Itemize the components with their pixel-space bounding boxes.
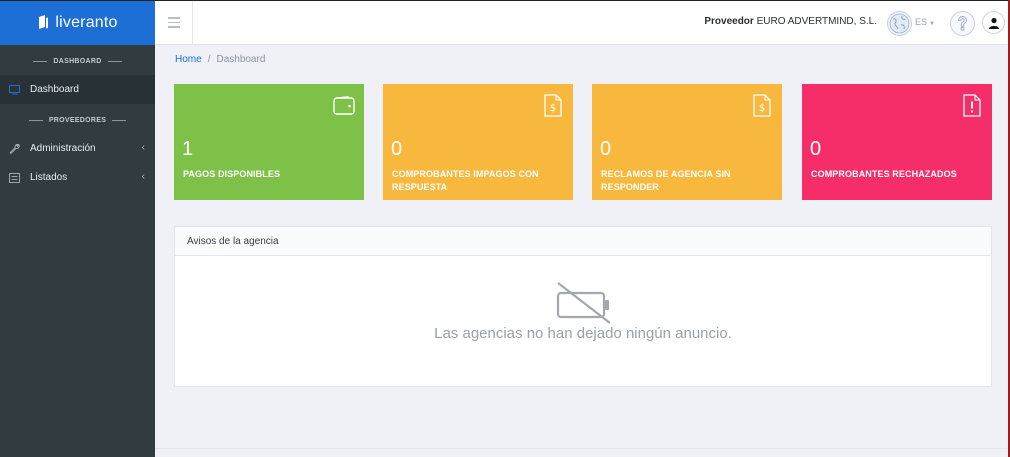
sidebar-item-dashboard[interactable]: Dashboard bbox=[0, 75, 155, 104]
battery-slash-icon bbox=[556, 282, 611, 324]
sidebar-item-label: Administración bbox=[30, 143, 96, 154]
card-comprobantes-rechazados[interactable]: 0 COMPROBANTES RECHAZADOS bbox=[802, 84, 992, 200]
supplier-name: EURO ADVERTMIND, S.L. bbox=[756, 16, 877, 27]
help-icon bbox=[958, 16, 967, 31]
footer-divider bbox=[155, 448, 1008, 449]
invoice-dollar-icon: $ bbox=[542, 93, 564, 117]
invoice-dollar-icon: $ bbox=[751, 93, 773, 117]
window-top-border bbox=[0, 0, 1010, 1]
empty-state-message: Las agencias no han dejado ningún anunci… bbox=[434, 325, 732, 342]
wallet-icon bbox=[333, 93, 355, 117]
card-value: 0 bbox=[600, 138, 612, 160]
help-button[interactable] bbox=[950, 11, 975, 36]
svg-text:$: $ bbox=[550, 103, 556, 114]
card-value: 1 bbox=[182, 138, 194, 160]
brand-logo[interactable]: liveranto bbox=[0, 0, 155, 45]
logo-icon bbox=[39, 14, 49, 29]
user-icon bbox=[988, 17, 999, 29]
wrench-icon bbox=[8, 142, 21, 155]
card-pagos-disponibles[interactable]: 1 PAGOS DISPONIBLES bbox=[174, 84, 364, 200]
supplier-info: Proveedor EURO ADVERTMIND, S.L. bbox=[704, 16, 877, 27]
user-avatar-button[interactable] bbox=[982, 11, 1005, 34]
sidebar-item-administracion[interactable]: Administración ‹ bbox=[0, 134, 155, 163]
chevron-left-icon: ‹ bbox=[141, 142, 145, 153]
monitor-icon bbox=[8, 83, 21, 96]
svg-text:$: $ bbox=[759, 103, 765, 114]
panel-header: Avisos de la agencia bbox=[175, 227, 991, 256]
card-value: 0 bbox=[810, 138, 822, 160]
breadcrumb-current: Dashboard bbox=[216, 54, 266, 65]
chevron-left-icon: ‹ bbox=[141, 171, 145, 182]
sidebar-item-listados[interactable]: Listados ‹ bbox=[0, 163, 155, 192]
sidebar-section-title: PROVEEDORES bbox=[48, 116, 107, 124]
panel-title: Avisos de la agencia bbox=[187, 235, 279, 247]
brand-name: liveranto bbox=[55, 13, 118, 31]
card-comprobantes-impagos[interactable]: $ 0 COMPROBANTES IMPAGOS CON RESPUESTA bbox=[383, 84, 573, 200]
top-header: Proveedor EURO ADVERTMIND, S.L. ES ▼ bbox=[155, 0, 1008, 45]
card-label: COMPROBANTES IMPAGOS CON RESPUESTA bbox=[392, 169, 539, 192]
caret-down-icon: ▼ bbox=[929, 21, 935, 27]
breadcrumb-home-link[interactable]: Home bbox=[175, 54, 202, 65]
sidebar: liveranto DASHBOARD Dashboard PROVEEDORE… bbox=[0, 0, 155, 457]
supplier-label: Proveedor bbox=[704, 16, 754, 27]
menu-toggle-button[interactable] bbox=[155, 0, 193, 45]
card-value: 0 bbox=[391, 138, 403, 160]
sidebar-section-proveedores: PROVEEDORES bbox=[0, 104, 155, 134]
card-reclamos-agencia[interactable]: $ 0 RECLAMOS DE AGENCIA SIN RESPONDER bbox=[592, 84, 782, 200]
card-label: PAGOS DISPONIBLES bbox=[183, 169, 281, 179]
globe-icon[interactable] bbox=[887, 11, 912, 36]
language-code: ES bbox=[915, 17, 928, 27]
card-label: COMPROBANTES RECHAZADOS bbox=[811, 169, 957, 179]
sidebar-item-label: Listados bbox=[30, 172, 68, 183]
sidebar-section-title: DASHBOARD bbox=[53, 57, 102, 65]
breadcrumb: Home / Dashboard bbox=[175, 54, 265, 65]
sidebar-item-label: Dashboard bbox=[30, 84, 79, 95]
language-selector[interactable]: ES ▼ bbox=[915, 17, 935, 27]
sidebar-section-dashboard: DASHBOARD bbox=[0, 45, 155, 75]
card-label: RECLAMOS DE AGENCIA SIN RESPONDER bbox=[601, 169, 731, 192]
breadcrumb-separator: / bbox=[207, 54, 211, 65]
file-alert-icon bbox=[961, 93, 983, 117]
hamburger-icon bbox=[167, 17, 180, 19]
agency-notices-panel: Avisos de la agencia Las agencias no han… bbox=[174, 226, 992, 387]
list-icon bbox=[8, 171, 21, 184]
